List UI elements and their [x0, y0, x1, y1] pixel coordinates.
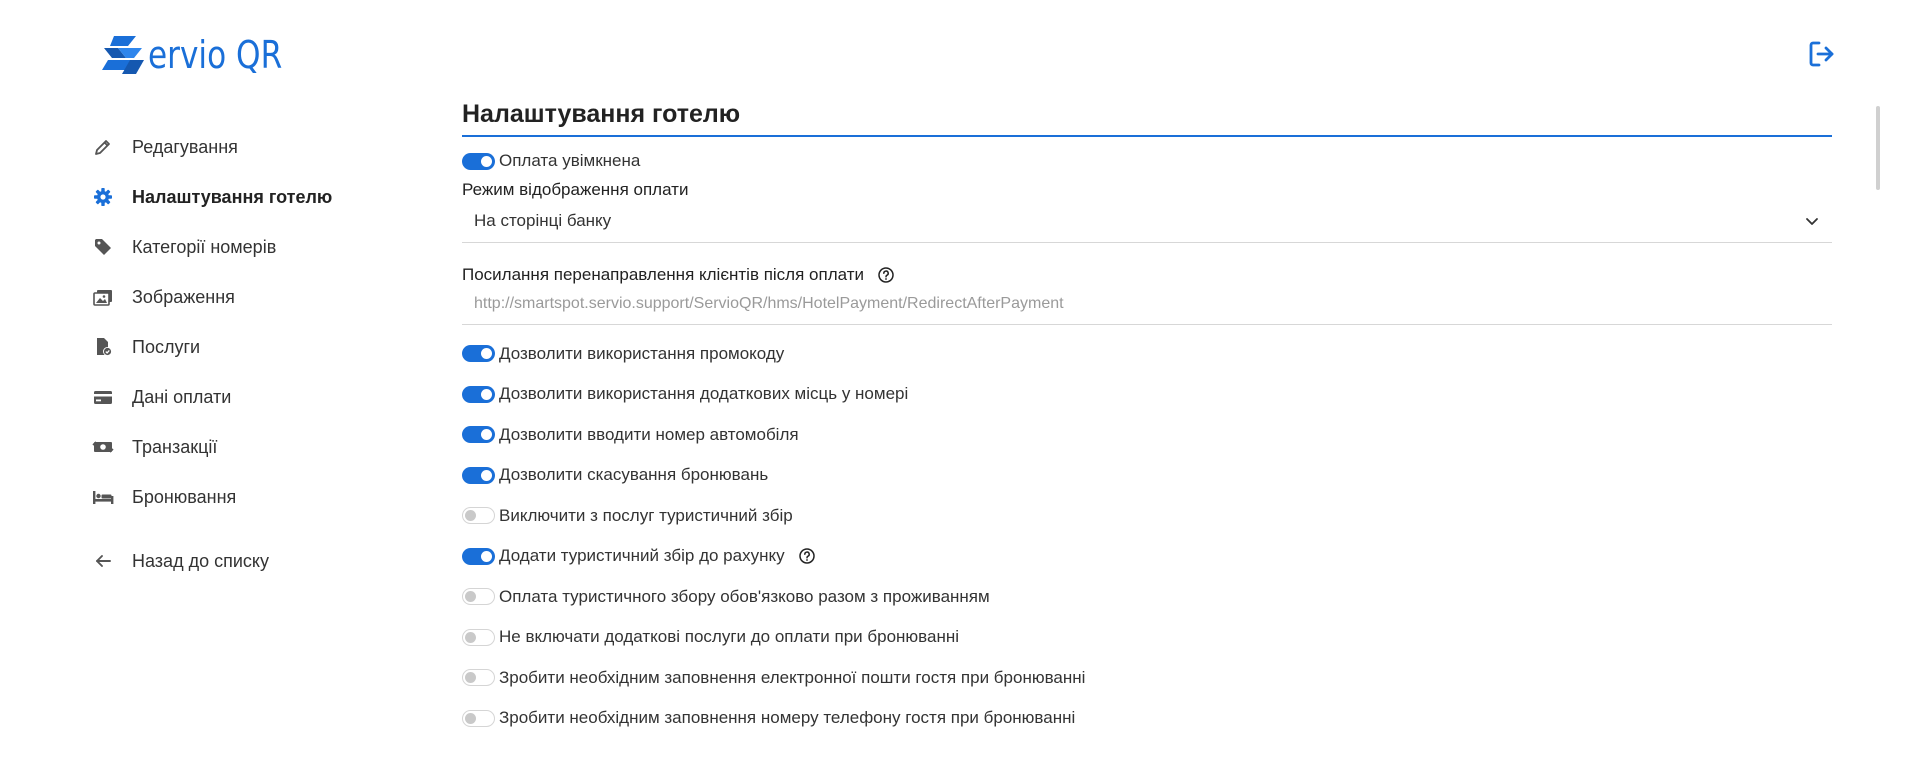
arrow-left-icon [92, 550, 114, 572]
help-icon[interactable] [878, 266, 894, 283]
toggle-switch[interactable] [462, 547, 495, 565]
toggle-label: Дозволити вводити номер автомобіля [499, 424, 799, 444]
toggle-label: Додати туристичний збір до рахунку [499, 546, 785, 566]
money-icon [92, 436, 114, 458]
redirect-url-input[interactable]: http://smartspot.servio.support/ServioQR… [462, 285, 1832, 325]
feature-toggle-row[interactable]: Зробити необхідним заповнення номеру тел… [462, 698, 1832, 739]
feature-toggle-row[interactable]: Дозволити вводити номер автомобіля [462, 415, 1832, 456]
tag-icon [92, 236, 114, 258]
back-to-list-link[interactable]: Назад до списку [92, 536, 422, 586]
file-check-icon [92, 336, 114, 358]
back-to-list-label: Назад до списку [132, 550, 269, 571]
display-mode-label-text: Режим відображення оплати [462, 179, 689, 199]
feature-toggle-row[interactable]: Дозволити скасування бронювань [462, 455, 1832, 496]
logout-icon [1809, 41, 1834, 67]
page-scrollbar-thumb[interactable] [1876, 106, 1880, 190]
toggle-label: Оплата туристичного збору обов'язково ра… [499, 586, 990, 606]
images-icon [92, 286, 114, 308]
sidebar-item-bookings[interactable]: Бронювання [92, 472, 422, 522]
brand-logo: ervio QR [100, 30, 312, 80]
toggle-label: Оплата увімкнена [499, 151, 641, 171]
page-title: Налаштування готелю [462, 100, 1832, 137]
sidebar-item-label: Налаштування готелю [132, 186, 333, 207]
feature-toggle-row[interactable]: Дозволити використання промокоду [462, 334, 1832, 375]
toggle-label: Зробити необхідним заповнення електронно… [499, 667, 1086, 687]
logo-text: ervio QR [148, 33, 283, 77]
feature-toggle-list: Дозволити використання промокоду Дозволит… [462, 334, 1832, 739]
toggle-label: Дозволити використання додаткових місць … [499, 384, 909, 404]
help-icon[interactable] [798, 548, 815, 564]
toggle-label: Дозволити скасування бронювань [499, 465, 769, 485]
toggle-label: Виключити з послуг туристичний збір [499, 505, 793, 525]
toggle-switch[interactable] [462, 385, 495, 403]
logout-button[interactable] [1806, 38, 1838, 70]
toggle-label: Зробити необхідним заповнення номеру тел… [499, 708, 1076, 728]
toggle-label: Дозволити використання промокоду [499, 343, 785, 363]
sidebar-item-hotel-settings[interactable]: Налаштування готелю [92, 172, 422, 222]
toggle-switch[interactable] [462, 507, 495, 525]
redirect-label-text: Посилання перенаправлення клієнтів після… [462, 264, 864, 284]
sidebar-item-label: Бронювання [132, 486, 237, 507]
toggle-label: Не включати додаткові послуги до оплати … [499, 627, 960, 647]
gear-icon [92, 186, 114, 208]
toggle-switch[interactable] [462, 669, 495, 687]
toggle-switch[interactable] [462, 426, 495, 444]
sidebar-item-label: Послуги [132, 336, 201, 357]
toggle-switch[interactable] [462, 466, 495, 484]
sidebar-item-edit[interactable]: Редагування [92, 122, 422, 172]
payment-enabled-toggle[interactable]: Оплата увімкнена [462, 141, 1832, 182]
feature-toggle-row[interactable]: Оплата туристичного збору обов'язково ра… [462, 577, 1832, 618]
sidebar-item-label: Категорії номерів [132, 236, 277, 257]
bed-icon [92, 486, 114, 508]
sidebar-item-label: Редагування [132, 136, 238, 157]
sidebar-item-services[interactable]: Послуги [92, 322, 422, 372]
sidebar-item-images[interactable]: Зображення [92, 272, 422, 322]
toggle-switch[interactable] [462, 152, 495, 170]
credit-card-icon [92, 386, 114, 408]
toggle-switch[interactable] [462, 588, 495, 606]
sidebar-item-label: Зображення [132, 286, 235, 307]
sidebar-item-label: Транзакції [132, 436, 218, 457]
display-mode-value: На сторінці банку [474, 210, 612, 230]
feature-toggle-row[interactable]: Виключити з послуг туристичний збір [462, 496, 1832, 537]
pencil-icon [92, 136, 114, 158]
feature-toggle-row[interactable]: Дозволити використання додаткових місць … [462, 374, 1832, 415]
toggle-switch[interactable] [462, 628, 495, 646]
servio-logo-icon [102, 36, 144, 74]
sidebar-item-label: Дані оплати [132, 386, 232, 407]
display-mode-label: Режим відображення оплати [462, 180, 1832, 200]
sidebar-item-room-categories[interactable]: Категорії номерів [92, 222, 422, 272]
feature-toggle-row[interactable]: Додати туристичний збір до рахунку [462, 536, 1832, 577]
sidebar-nav: Редагування Налаштування готелю Категорі… [92, 122, 422, 586]
sidebar-item-payment-data[interactable]: Дані оплати [92, 372, 422, 422]
display-mode-select[interactable]: На сторінці банку [462, 200, 1832, 243]
redirect-label: Посилання перенаправлення клієнтів після… [462, 265, 1832, 285]
feature-toggle-row[interactable]: Зробити необхідним заповнення електронно… [462, 658, 1832, 699]
hotel-settings-form: Налаштування готелю Оплата увімкнена Реж… [462, 100, 1832, 739]
sidebar-item-transactions[interactable]: Транзакції [92, 422, 422, 472]
toggle-switch[interactable] [462, 345, 495, 363]
chevron-down-icon [1806, 217, 1818, 225]
toggle-switch[interactable] [462, 709, 495, 727]
redirect-url-placeholder: http://smartspot.servio.support/ServioQR… [474, 295, 1064, 312]
feature-toggle-row[interactable]: Не включати додаткові послуги до оплати … [462, 617, 1832, 658]
